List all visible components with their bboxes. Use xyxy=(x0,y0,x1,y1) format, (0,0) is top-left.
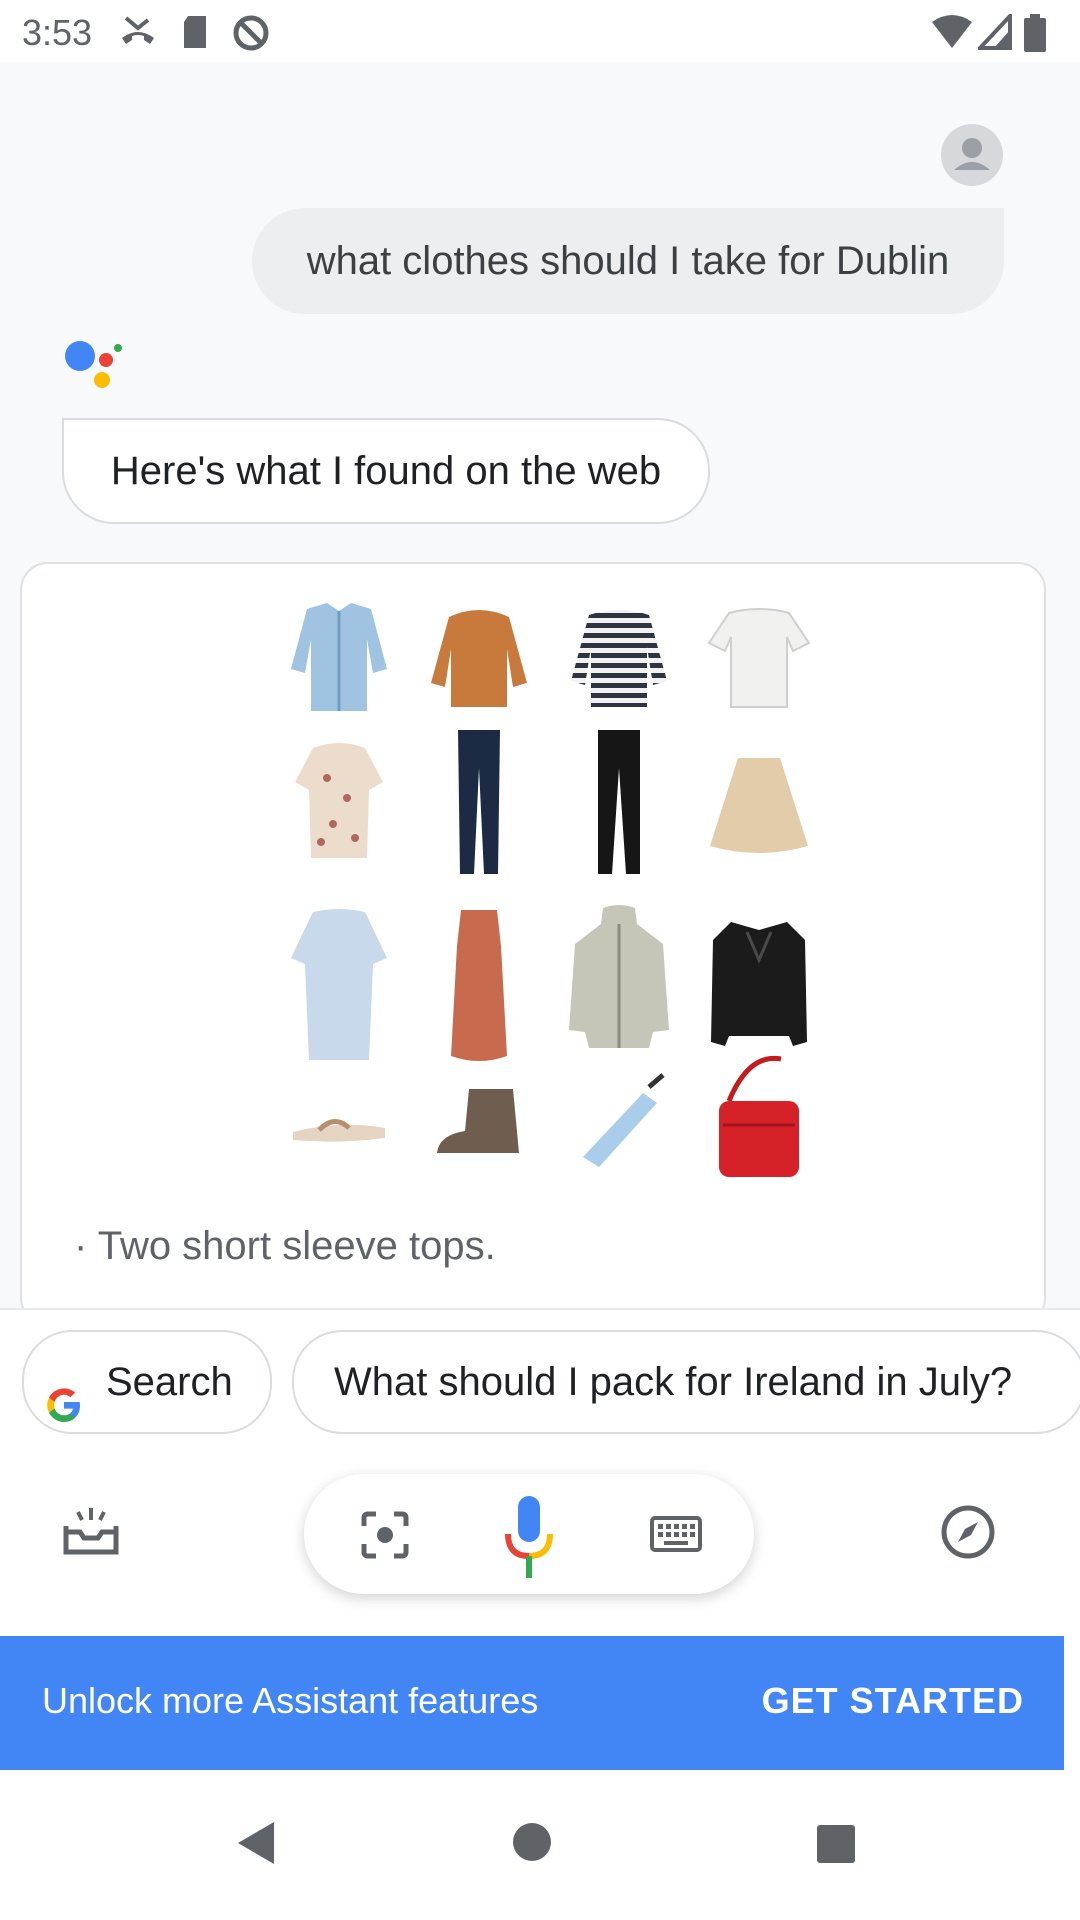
orange-sweater-image xyxy=(424,598,534,718)
banner-text: Unlock more Assistant features xyxy=(42,1680,539,1721)
floral-blouse-image xyxy=(284,728,394,878)
system-navigation-bar xyxy=(0,1770,1080,1920)
followup-suggestion-label: What should I pack for Ireland in July? xyxy=(334,1360,1013,1404)
denim-shirt-image xyxy=(284,598,394,718)
conversation-area[interactable]: what clothes should I take for Dublin He… xyxy=(0,62,1080,1308)
clothing-collage-image[interactable] xyxy=(284,598,844,1198)
assistant-logo-icon xyxy=(62,338,132,408)
umbrella-image xyxy=(564,1068,674,1178)
followup-suggestion-chip[interactable]: What should I pack for Ireland in July? xyxy=(292,1330,1080,1434)
status-bar: 3:53 xyxy=(0,0,1080,62)
wifi-icon xyxy=(930,14,974,55)
result-snippet: · Two short sleeve tops. xyxy=(74,1224,496,1268)
google-g-icon xyxy=(44,1362,84,1422)
status-time: 3:53 xyxy=(22,12,93,53)
black-pants-image xyxy=(564,728,674,878)
lens-icon[interactable] xyxy=(360,1510,410,1565)
back-icon[interactable] xyxy=(236,1820,276,1871)
user-avatar[interactable] xyxy=(941,124,1003,186)
rust-dress-image xyxy=(424,906,534,1066)
sd-card-icon xyxy=(180,14,210,55)
assistant-reply-bubble: Here's what I found on the web xyxy=(62,418,710,524)
red-crossbody-bag-image xyxy=(704,1046,814,1186)
search-chip-label: Search xyxy=(106,1360,233,1404)
signal-icon xyxy=(975,10,1012,55)
striped-top-image xyxy=(564,598,674,718)
assistant-input-bar xyxy=(0,1460,1080,1630)
unlock-features-banner: Unlock more Assistant features GET START… xyxy=(0,1636,1064,1770)
keyboard-icon[interactable] xyxy=(650,1516,702,1557)
sandals-image xyxy=(284,1068,394,1178)
light-blue-tunic-image xyxy=(284,906,394,1066)
home-icon[interactable] xyxy=(512,1822,552,1867)
web-result-card[interactable]: · Two short sleeve tops. xyxy=(20,562,1046,1308)
explore-compass-icon[interactable] xyxy=(940,1504,996,1565)
search-chip[interactable]: Search xyxy=(22,1330,272,1434)
user-query-bubble[interactable]: what clothes should I take for Dublin xyxy=(252,208,1004,314)
suggestion-chips: Search What should I pack for Ireland in… xyxy=(0,1308,1080,1434)
do-not-disturb-icon xyxy=(232,14,270,57)
missed-call-icon xyxy=(118,14,158,55)
get-started-button[interactable]: GET STARTED xyxy=(762,1680,1024,1722)
battery-icon xyxy=(1024,14,1046,57)
recents-icon[interactable] xyxy=(816,1824,856,1869)
leather-jacket-image xyxy=(704,906,814,1066)
input-mode-pill xyxy=(304,1474,754,1594)
skinny-jeans-image xyxy=(424,728,534,878)
rain-jacket-image xyxy=(564,894,674,1064)
white-tee-image xyxy=(704,598,814,718)
ankle-boots-image xyxy=(424,1068,534,1178)
microphone-icon[interactable] xyxy=(502,1494,556,1585)
tan-skirt-image xyxy=(704,728,814,878)
updates-tray-icon[interactable] xyxy=(62,1506,120,1561)
